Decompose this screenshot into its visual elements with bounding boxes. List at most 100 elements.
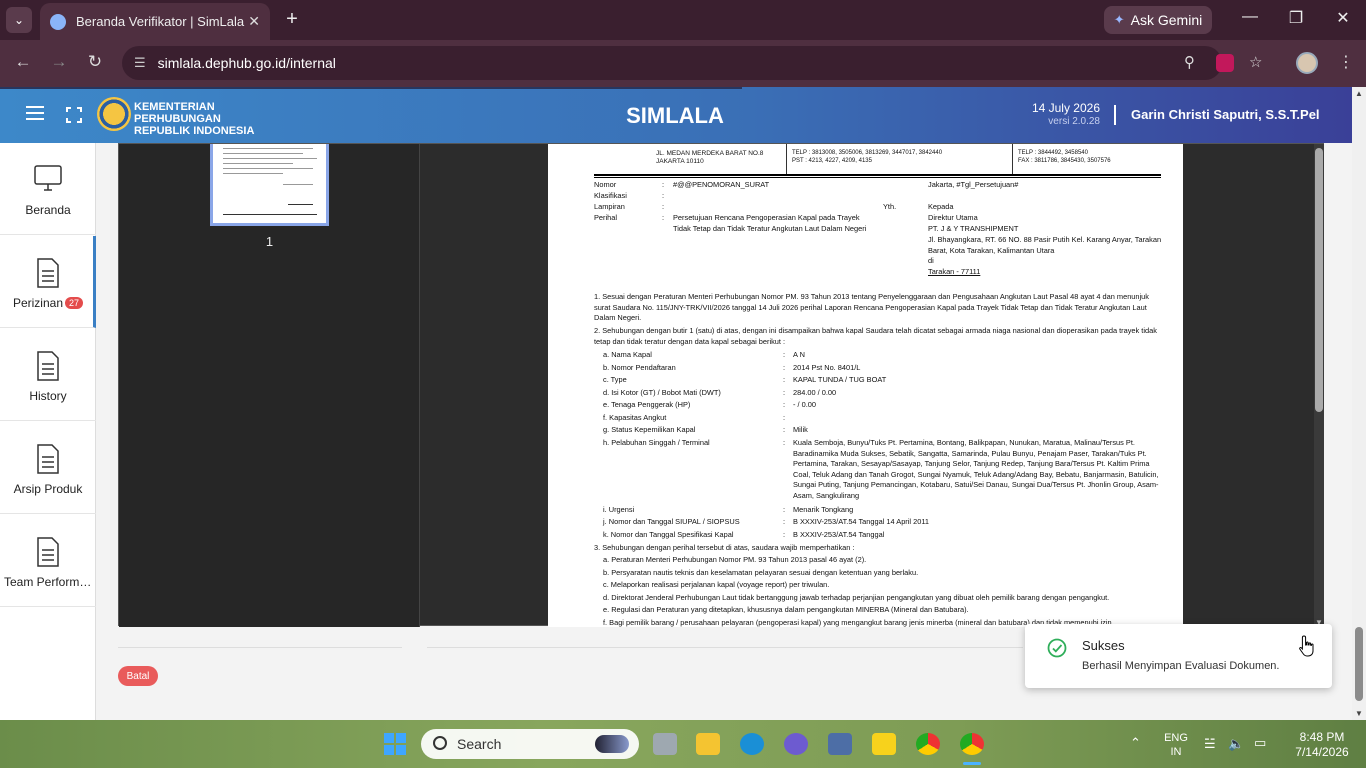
ministry-name: KEMENTERIAN PERHUBUNGAN REPUBLIK INDONES… [134, 101, 255, 137]
browser-tab-active[interactable]: Beranda Verifikator | SimLala ✕ [40, 3, 270, 40]
task-view-icon[interactable] [653, 733, 677, 755]
taskbar-search-box[interactable]: Search [421, 729, 639, 759]
address-bar[interactable]: ☰ simlala.dephub.go.id/internal [122, 46, 1222, 80]
app-header: KEMENTERIAN PERHUBUNGAN REPUBLIK INDONES… [0, 87, 1366, 143]
document-icon [37, 444, 59, 474]
sidebar-item-label: Arsip Produk [13, 482, 83, 496]
browser-tab-strip: ⌄ Beranda Verifikator | SimLala ✕ + ✦ As… [0, 0, 1366, 40]
file-explorer-icon[interactable] [696, 733, 720, 755]
camera-app-icon[interactable] [828, 733, 852, 755]
pdf-viewer: 1 JL. MEDAN MERDEKA BARAT NO.8 JAKARTA 1… [118, 143, 1324, 627]
letterhead-phones: TELP : 3813008, 3505006, 3813269, 344701… [792, 150, 943, 164]
document-icon [37, 351, 59, 381]
document-icon [37, 537, 59, 567]
tab-search-chevron-icon[interactable]: ⌄ [6, 7, 32, 33]
search-highlight-icon [595, 735, 629, 753]
sticky-notes-icon[interactable] [872, 733, 896, 755]
header-divider [1114, 105, 1116, 125]
new-tab-plus-icon[interactable]: + [280, 8, 304, 32]
forward-arrow-icon[interactable]: → [47, 52, 71, 72]
sidebar-item-label: Beranda [25, 203, 71, 217]
favicon-icon [50, 13, 66, 30]
toast-message: Berhasil Menyimpan Evaluasi Dokumen. [1082, 660, 1280, 672]
zoom-magnifier-icon[interactable]: ⚲ [1184, 53, 1195, 71]
ship-name: A N [793, 350, 805, 359]
hand-cursor-icon [1299, 635, 1314, 657]
letter-number: #@@PENOMORAN_SURAT [673, 180, 770, 189]
app-icon[interactable] [784, 733, 808, 755]
letter-paragraph-2: 2. Sehubungan dengan butir 1 (satu) di a… [594, 326, 1157, 346]
page-number: 1 [265, 234, 274, 249]
close-window-icon[interactable]: ✕ [1331, 8, 1355, 28]
sidebar-item-beranda[interactable]: Beranda [0, 143, 96, 235]
chrome-icon[interactable] [916, 733, 940, 755]
hamburger-menu-icon[interactable] [26, 106, 44, 120]
back-arrow-icon[interactable]: ← [11, 52, 35, 72]
document-icon [37, 258, 59, 288]
gemini-sparkle-icon: ✦ [1113, 12, 1125, 27]
divider [118, 647, 402, 648]
monitor-icon [34, 165, 62, 191]
letter-page: JL. MEDAN MERDEKA BARAT NO.8 JAKARTA 101… [548, 144, 1183, 627]
divider [427, 647, 1023, 648]
tab-close-icon[interactable]: ✕ [248, 13, 260, 30]
volume-icon[interactable]: 🔈 [1228, 736, 1244, 752]
input-language[interactable]: ENG IN [1160, 731, 1192, 759]
check-circle-icon [1047, 638, 1067, 658]
success-toast[interactable]: Sukses Berhasil Menyimpan Evaluasi Dokum… [1025, 624, 1332, 688]
cancel-button[interactable]: Batal [118, 666, 158, 686]
sidebar-item-label: History [29, 389, 67, 403]
page-scrollbar[interactable]: ▲ ▼ [1352, 87, 1366, 720]
chrome-profile-icon[interactable] [960, 733, 984, 755]
ask-gemini-label: Ask Gemini [1130, 12, 1203, 28]
letter-paragraph-3: 3. Sehubungan dengan perihal tersebut di… [594, 543, 855, 552]
active-app-indicator [963, 762, 981, 765]
browser-menu-kebab-icon[interactable]: ⋮ [1338, 52, 1354, 72]
scroll-down-arrow-icon[interactable]: ▼ [1352, 709, 1366, 718]
bookmark-star-icon[interactable]: ☆ [1249, 53, 1262, 71]
ministry-logo [97, 97, 131, 131]
sidebar-item-perizinan[interactable]: Perizinan 27 [0, 236, 96, 328]
tray-chevron-up-icon[interactable]: ⌃ [1130, 735, 1141, 751]
wifi-icon[interactable]: ☱ [1204, 736, 1216, 752]
app-version: versi 2.0.28 [1048, 116, 1100, 127]
minimize-icon[interactable]: — [1238, 8, 1262, 26]
letter-paragraph-1: 1. Sesuai dengan Peraturan Menteri Perhu… [594, 292, 1149, 323]
taskbar-clock[interactable]: 8:48 PM 7/14/2026 [1290, 730, 1354, 760]
page-scroll-thumb[interactable] [1355, 627, 1363, 701]
sidebar: Beranda Perizinan 27 History Arsip Produk… [0, 143, 96, 720]
browser-toolbar: ← → ↻ ☰ simlala.dephub.go.id/internal ⚲ … [0, 40, 1366, 87]
cast-extension-icon[interactable] [1216, 54, 1234, 72]
sidebar-item-team-performance[interactable]: Team Performance [0, 515, 96, 607]
sidebar-item-label: Perizinan [12, 296, 63, 310]
taskbar-search-placeholder: Search [457, 736, 502, 752]
ask-gemini-button[interactable]: ✦ Ask Gemini [1104, 6, 1212, 34]
search-icon [433, 736, 447, 750]
tab-title: Beranda Verifikator | SimLala [76, 14, 245, 29]
edge-browser-icon[interactable] [740, 733, 764, 755]
restore-window-icon[interactable]: ❐ [1284, 8, 1308, 28]
letter-subject: Persetujuan Rencana Pengoperasian Kapal … [673, 213, 867, 233]
battery-icon[interactable]: ▭ [1254, 735, 1266, 751]
sidebar-item-arsip-produk[interactable]: Arsip Produk [0, 422, 96, 514]
viewer-scroll-thumb[interactable] [1315, 148, 1323, 412]
app-title: SIMLALA [626, 103, 724, 128]
site-info-icon[interactable]: ☰ [134, 55, 146, 71]
header-date: 14 July 2026 [1031, 101, 1100, 115]
ports-of-call: Kuala Semboja, Bunyu/Tuks Pt. Pertamina,… [793, 438, 1159, 500]
scroll-up-arrow-icon[interactable]: ▲ [1352, 89, 1366, 98]
letterhead-address: JL. MEDAN MERDEKA BARAT NO.8 JAKARTA 101… [656, 150, 764, 165]
page-thumbnail[interactable] [210, 144, 329, 226]
url-text: simlala.dephub.go.id/internal [157, 55, 336, 71]
letterhead-fax: TELP : 3844492, 3458540 FAX : 3811786, 3… [1018, 150, 1111, 164]
sidebar-item-history[interactable]: History [0, 329, 96, 421]
windows-start-icon[interactable] [384, 733, 406, 755]
fullscreen-icon[interactable] [66, 107, 82, 123]
letter-place-date: Jakarta, #Tgl_Persetujuan# [928, 180, 1019, 189]
sidebar-item-label: Team Performance [4, 575, 96, 589]
reload-icon[interactable]: ↻ [83, 52, 107, 72]
loading-progress-bar [0, 87, 742, 89]
user-name[interactable]: Garin Christi Saputri, S.S.T.Pel [1131, 107, 1320, 122]
viewer-scrollbar[interactable]: ▼ [1314, 144, 1324, 627]
profile-avatar[interactable] [1296, 52, 1318, 74]
